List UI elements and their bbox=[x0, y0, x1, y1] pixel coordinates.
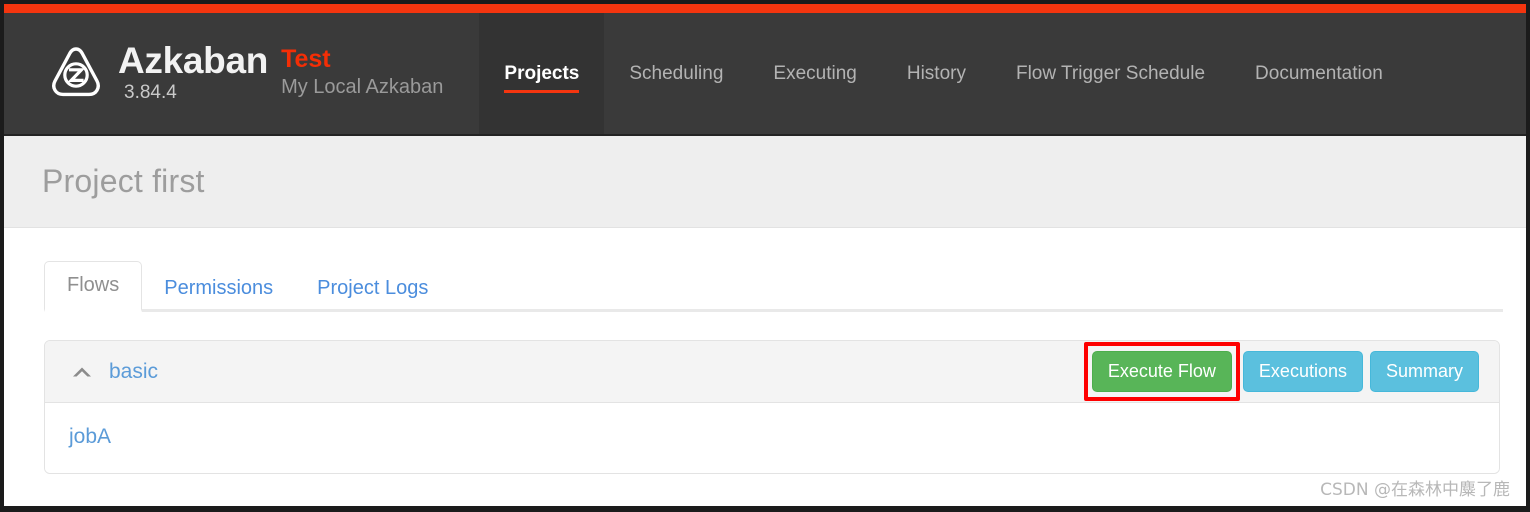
job-link-joba[interactable]: jobA bbox=[69, 425, 111, 448]
top-navbar: Azkaban 3.84.4 Test My Local Azkaban Pro… bbox=[4, 13, 1526, 136]
flow-actions: Execute Flow Executions Summary bbox=[1083, 342, 1479, 401]
flow-panel-body: jobA bbox=[45, 403, 1499, 473]
flow-panel-header: basic Execute Flow Executions Summary bbox=[45, 341, 1499, 403]
brand-version: 3.84.4 bbox=[124, 82, 177, 103]
environment-label: Test bbox=[281, 45, 331, 73]
page-title-band: Project first bbox=[4, 136, 1526, 228]
nav-item-projects[interactable]: Projects bbox=[479, 13, 605, 134]
primary-nav: Projects Scheduling Executing History Fl… bbox=[479, 13, 1407, 134]
execute-flow-button[interactable]: Execute Flow bbox=[1091, 351, 1232, 392]
brand-block[interactable]: Azkaban 3.84.4 Test My Local Azkaban bbox=[4, 13, 443, 134]
tab-permissions[interactable]: Permissions bbox=[142, 265, 295, 312]
summary-button[interactable]: Summary bbox=[1369, 351, 1479, 392]
nav-item-history[interactable]: History bbox=[882, 13, 991, 134]
watermark: CSDN @在森林中麋了鹿 bbox=[1320, 480, 1510, 500]
brand-name: Azkaban bbox=[118, 40, 269, 81]
execute-flow-highlight-annotation: Execute Flow bbox=[1083, 342, 1240, 401]
nav-item-scheduling[interactable]: Scheduling bbox=[604, 13, 748, 134]
top-accent-bar bbox=[4, 4, 1526, 13]
page-title: Project first bbox=[42, 163, 205, 199]
project-tabs: Flows Permissions Project Logs bbox=[44, 261, 1503, 312]
nav-item-flow-trigger-schedule[interactable]: Flow Trigger Schedule bbox=[991, 13, 1230, 134]
nav-item-executing[interactable]: Executing bbox=[748, 13, 881, 134]
flow-name-link[interactable]: basic bbox=[109, 360, 158, 384]
nav-item-documentation[interactable]: Documentation bbox=[1230, 13, 1408, 134]
azkaban-logo-icon bbox=[48, 44, 104, 100]
browser-page: Azkaban 3.84.4 Test My Local Azkaban Pro… bbox=[0, 0, 1530, 512]
chevron-up-icon[interactable] bbox=[69, 359, 95, 385]
main-content: Flows Permissions Project Logs basic Exe… bbox=[4, 228, 1526, 506]
tab-flows[interactable]: Flows bbox=[44, 261, 143, 312]
instance-subtitle: My Local Azkaban bbox=[281, 76, 444, 98]
executions-button[interactable]: Executions bbox=[1242, 351, 1363, 392]
flow-panel: basic Execute Flow Executions Summary jo… bbox=[44, 340, 1500, 474]
tab-project-logs[interactable]: Project Logs bbox=[295, 265, 450, 312]
